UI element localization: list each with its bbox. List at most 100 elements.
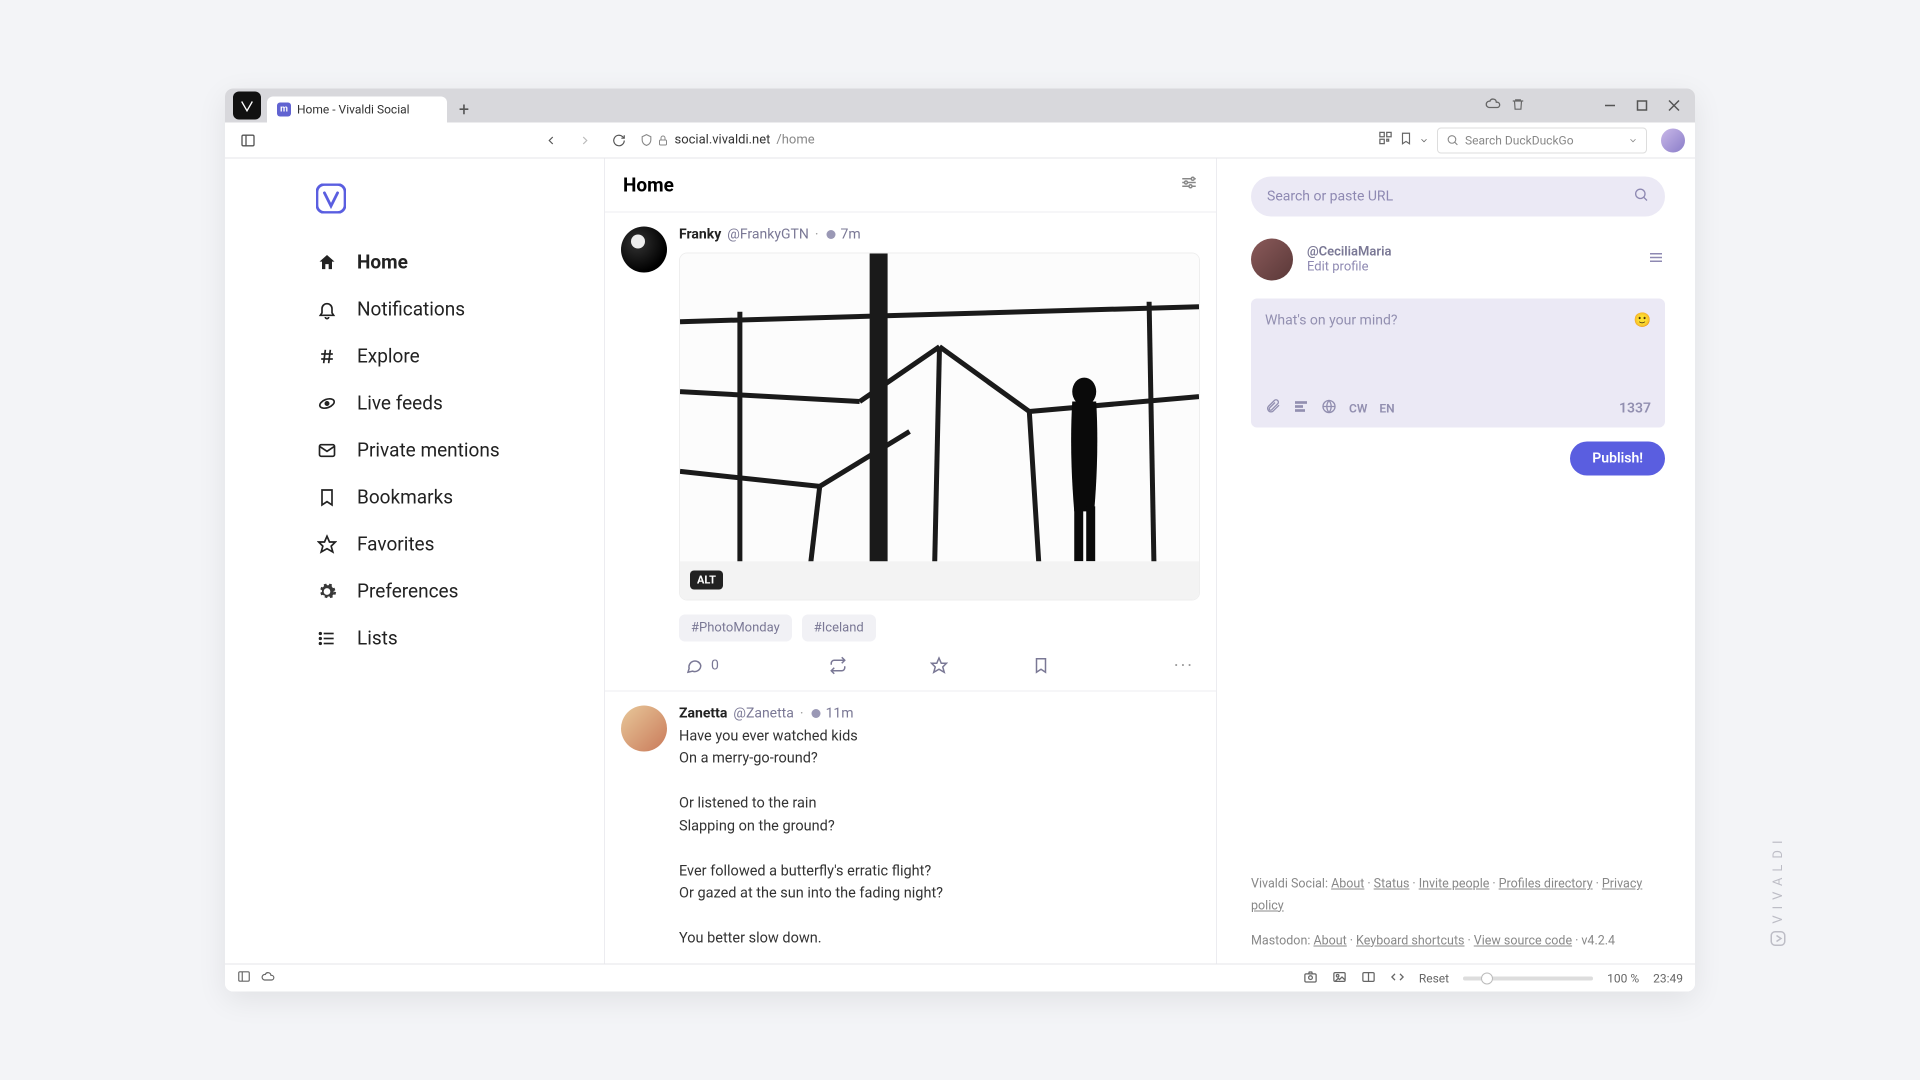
footer-link[interactable]: Profiles directory	[1499, 877, 1593, 892]
qr-icon[interactable]	[1378, 131, 1393, 150]
url-field[interactable]: social.vivaldi.net/home	[640, 133, 1240, 148]
footer-link[interactable]: Invite people	[1419, 877, 1490, 892]
feed-title: Home	[623, 173, 674, 196]
nav-label: Favorites	[357, 533, 434, 556]
browser-window: m Home - Vivaldi Social + social.vivaldi…	[225, 89, 1695, 992]
footer-link[interactable]: About	[1331, 877, 1364, 892]
bookmark-button[interactable]	[990, 657, 1092, 675]
post-avatar[interactable]	[621, 705, 667, 751]
globe-icon	[825, 228, 837, 240]
maximize-button[interactable]	[1627, 93, 1657, 119]
feed-settings-icon[interactable]	[1180, 174, 1198, 196]
nav-label: Private mentions	[357, 439, 500, 462]
tiling-icon[interactable]	[1361, 969, 1376, 987]
shield-icon	[640, 134, 653, 147]
browser-profile-avatar[interactable]	[1661, 128, 1685, 152]
nav-label: Notifications	[357, 298, 465, 321]
panel-toggle-icon[interactable]	[235, 127, 261, 153]
boost-button[interactable]	[787, 657, 889, 675]
nav-preferences[interactable]: Preferences	[315, 570, 604, 613]
sync-icon[interactable]	[1485, 96, 1501, 116]
address-bar: social.vivaldi.net/home Search DuckDuckG…	[225, 123, 1695, 159]
footer-link[interactable]: View source code	[1474, 933, 1572, 948]
zoom-slider[interactable]	[1463, 976, 1593, 980]
image-icon[interactable]	[1332, 969, 1347, 987]
right-sidebar: Search or paste URL @CeciliaMaria Edit p…	[1217, 159, 1695, 964]
version-label: v4.2.4	[1581, 933, 1615, 948]
content-warning-toggle[interactable]: CW	[1349, 401, 1367, 415]
emoji-picker-icon[interactable]: 🙂	[1634, 313, 1651, 399]
post[interactable]: Zanetta @Zanetta · 11m Have you ever wat…	[605, 691, 1216, 963]
nav-forward-button[interactable]	[572, 127, 598, 153]
post-image[interactable]: ALT	[679, 252, 1200, 600]
left-nav: Home Notifications Explore Live feeds Pr…	[225, 159, 605, 964]
nav-explore[interactable]: Explore	[315, 335, 604, 378]
globe-icon	[315, 393, 339, 413]
favorite-button[interactable]	[889, 657, 991, 675]
compose-box[interactable]: What's on your mind? 🙂 CW EN 1337	[1251, 299, 1665, 428]
nav-back-button[interactable]	[538, 127, 564, 153]
footer-link[interactable]: Keyboard shortcuts	[1356, 933, 1464, 948]
clock: 23:49	[1653, 971, 1683, 985]
footer-link[interactable]: About	[1313, 933, 1346, 948]
minimize-button[interactable]	[1595, 93, 1625, 119]
chevron-down-icon[interactable]	[1419, 131, 1429, 150]
edit-profile-link[interactable]: Edit profile	[1307, 260, 1391, 275]
gear-icon	[315, 581, 339, 601]
user-handle[interactable]: @CeciliaMaria	[1307, 245, 1391, 260]
post-avatar[interactable]	[621, 226, 667, 272]
nav-notifications[interactable]: Notifications	[315, 288, 604, 331]
post-displayname[interactable]: Zanetta	[679, 705, 727, 721]
nav-private-mentions[interactable]: Private mentions	[315, 429, 604, 472]
reply-button[interactable]: 0	[685, 657, 787, 675]
lock-icon	[657, 134, 669, 146]
zoom-reset[interactable]: Reset	[1419, 971, 1449, 985]
nav-label: Live feeds	[357, 392, 443, 415]
code-icon[interactable]	[1390, 969, 1405, 987]
nav-home[interactable]: Home	[315, 241, 604, 284]
zoom-value: 100 %	[1607, 971, 1639, 985]
bookmark-icon	[315, 487, 339, 507]
alt-badge[interactable]: ALT	[690, 570, 723, 589]
footer-link[interactable]: Status	[1374, 877, 1410, 892]
social-search-input[interactable]: Search or paste URL	[1251, 177, 1665, 217]
browser-tab[interactable]: m Home - Vivaldi Social	[267, 97, 447, 123]
sync-icon[interactable]	[261, 970, 275, 987]
close-button[interactable]	[1659, 93, 1689, 119]
status-bar: Reset 100 % 23:49	[225, 964, 1695, 992]
url-path: /home	[776, 133, 814, 148]
hashtag-icon	[315, 346, 339, 366]
user-avatar[interactable]	[1251, 239, 1293, 281]
poll-icon[interactable]	[1293, 399, 1309, 418]
attach-icon[interactable]	[1265, 399, 1281, 418]
post-displayname[interactable]: Franky	[679, 226, 721, 242]
reload-button[interactable]	[606, 127, 632, 153]
capture-icon[interactable]	[1303, 969, 1318, 987]
more-button[interactable]: ···	[1092, 655, 1194, 676]
trash-icon[interactable]	[1511, 96, 1525, 115]
panel-icon[interactable]	[237, 970, 251, 987]
bookmark-icon[interactable]	[1399, 131, 1413, 150]
post-text: Have you ever watched kids On a merry-go…	[679, 725, 1200, 950]
chevron-down-icon[interactable]	[1628, 135, 1638, 145]
post-handle[interactable]: @Zanetta	[733, 705, 794, 721]
vivaldi-menu-button[interactable]	[233, 92, 261, 120]
hashtag[interactable]: #PhotoMonday	[679, 614, 792, 641]
publish-button[interactable]: Publish!	[1570, 442, 1665, 476]
nav-bookmarks[interactable]: Bookmarks	[315, 476, 604, 519]
new-tab-button[interactable]: +	[451, 97, 477, 123]
search-engine-field[interactable]: Search DuckDuckGo	[1437, 127, 1647, 153]
tab-bar: m Home - Vivaldi Social +	[225, 89, 1695, 123]
nav-live-feeds[interactable]: Live feeds	[315, 382, 604, 425]
app-logo[interactable]	[315, 183, 347, 215]
list-icon	[315, 628, 339, 648]
nav-favorites[interactable]: Favorites	[315, 523, 604, 566]
mail-icon	[315, 440, 339, 460]
visibility-icon[interactable]	[1321, 399, 1337, 418]
post[interactable]: Franky @FrankyGTN · 7m	[605, 212, 1216, 691]
language-toggle[interactable]: EN	[1379, 401, 1394, 415]
hashtag[interactable]: #Iceland	[802, 614, 876, 641]
nav-lists[interactable]: Lists	[315, 617, 604, 660]
post-handle[interactable]: @FrankyGTN	[727, 226, 809, 242]
menu-icon[interactable]	[1647, 249, 1665, 271]
